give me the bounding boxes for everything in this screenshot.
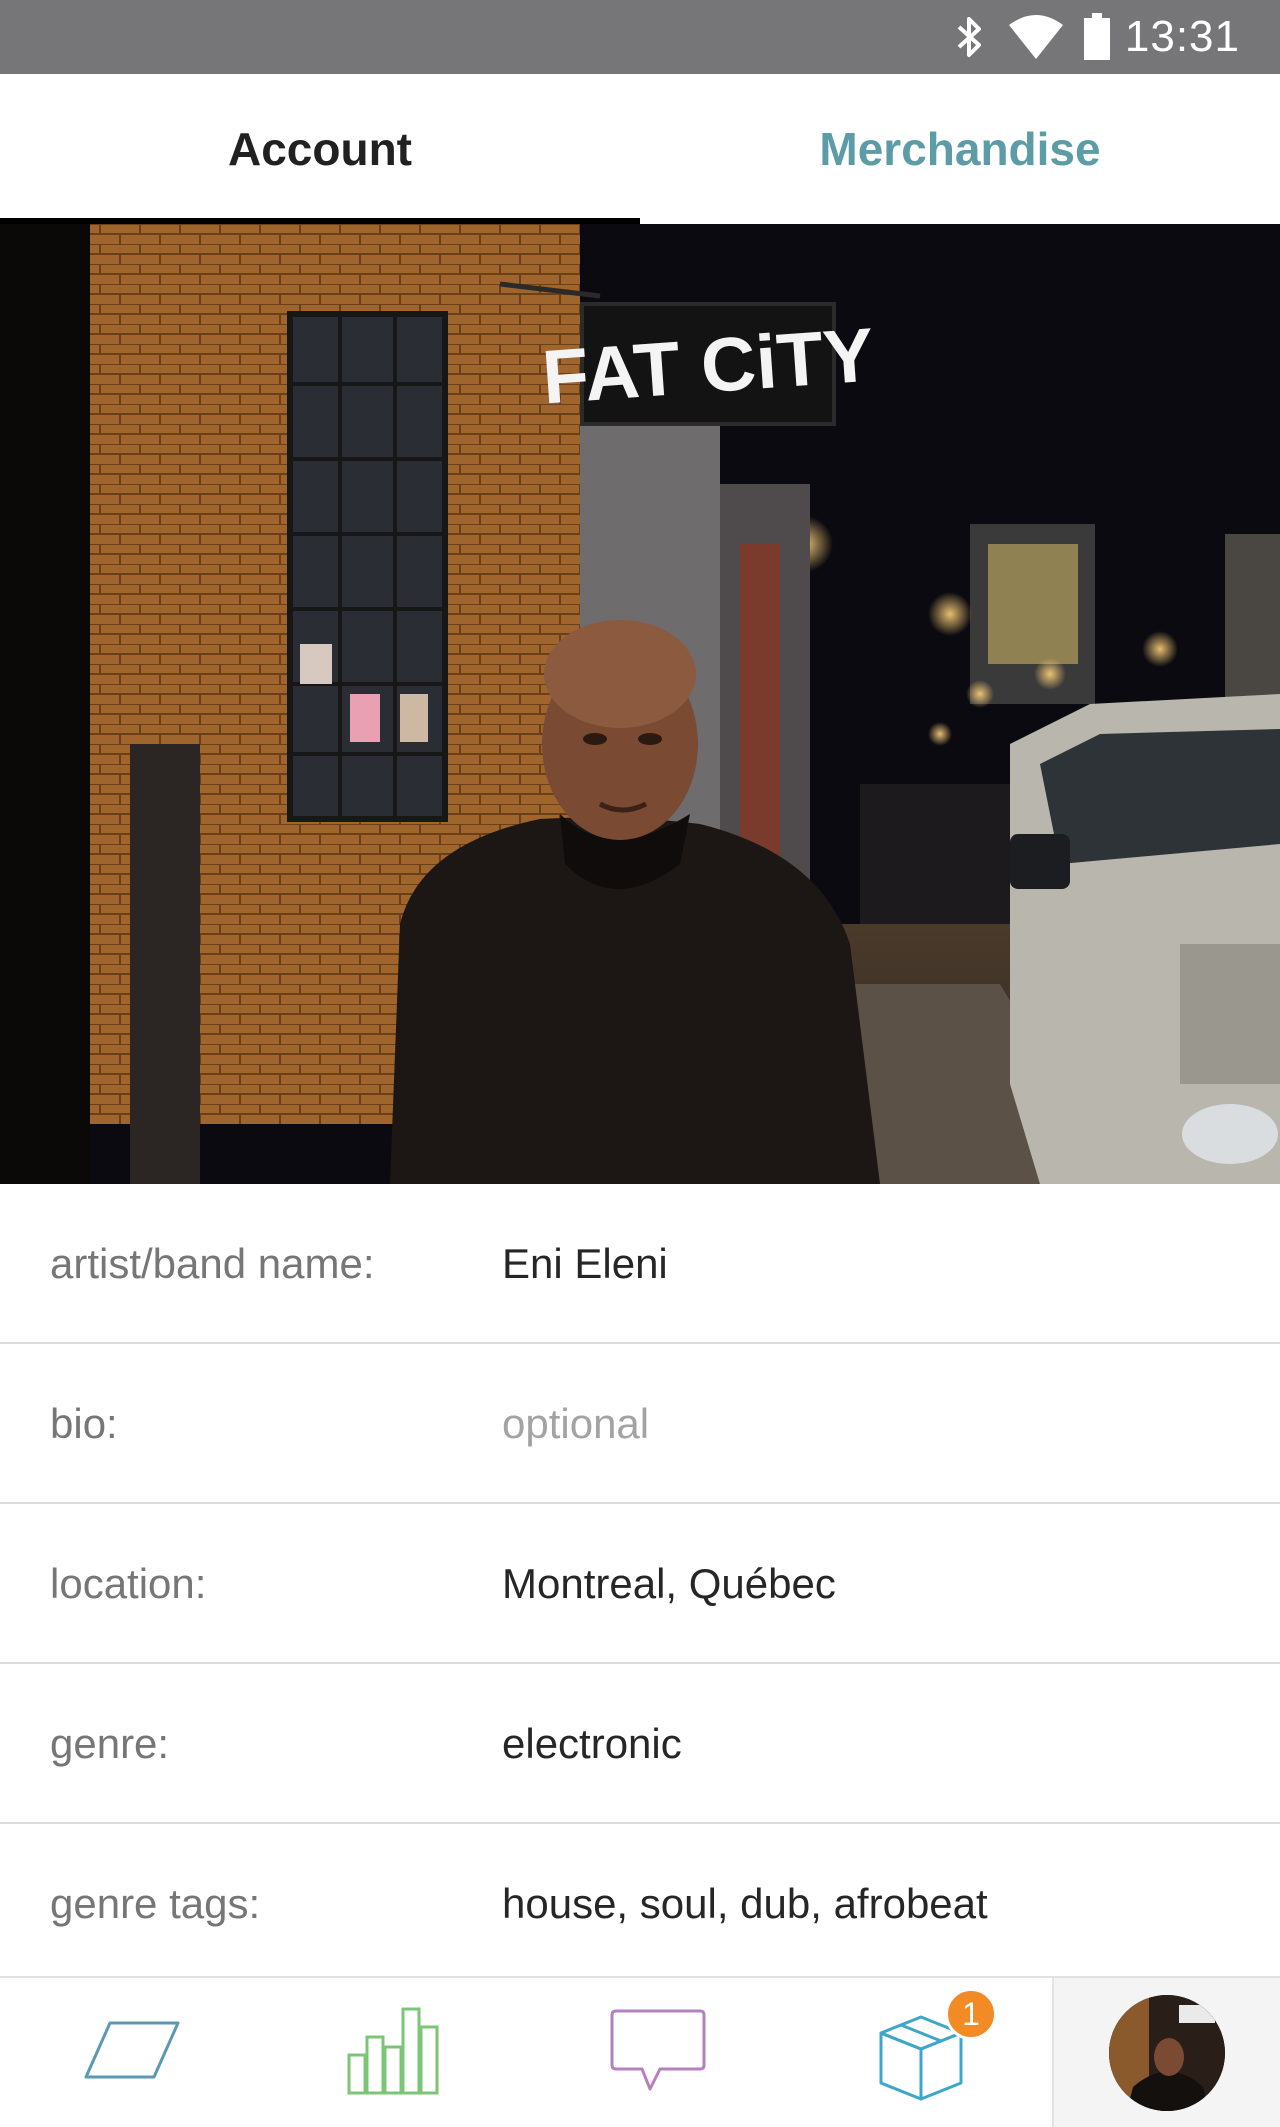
tab-account[interactable]: Account [0, 74, 640, 224]
bio-field[interactable]: optional [502, 1344, 649, 1504]
status-icons: 13:31 [949, 0, 1280, 74]
profile-photo[interactable]: FAT CiTY [0, 224, 1280, 1184]
bar-chart-icon [345, 2005, 445, 2100]
bottom-navigation: 1 [0, 1976, 1280, 2127]
nav-messages[interactable] [526, 1978, 789, 2127]
artist-name-field[interactable]: Eni Eleni [502, 1184, 668, 1344]
tab-bar: Account Merchandise [0, 74, 1280, 224]
battery-icon [1083, 13, 1111, 61]
artist-name-label: artist/band name: [50, 1240, 375, 1287]
status-time: 13:31 [1124, 12, 1240, 61]
genre-tags-row[interactable]: genre tags: house, soul, dub, afrobeat [0, 1824, 1280, 1984]
nav-stats[interactable] [263, 1978, 526, 2127]
location-label: location: [50, 1560, 207, 1607]
orders-badge: 1 [945, 1988, 997, 2040]
genre-row[interactable]: genre: electronic [0, 1664, 1280, 1824]
parallelogram-icon [82, 2020, 182, 2085]
bio-row[interactable]: bio: optional [0, 1344, 1280, 1504]
account-form: artist/band name: Eni Eleni bio: optiona… [0, 1184, 1280, 1984]
location-field[interactable]: Montreal, Québec [502, 1504, 836, 1664]
avatar-icon [1109, 1994, 1225, 2111]
genre-tags-label: genre tags: [50, 1880, 261, 1927]
nav-profile[interactable] [1052, 1978, 1280, 2127]
tab-merchandise[interactable]: Merchandise [640, 74, 1280, 224]
nav-orders[interactable]: 1 [789, 1978, 1052, 2127]
chat-bubble-icon [608, 2005, 708, 2100]
nav-feed[interactable] [0, 1978, 263, 2127]
genre-tags-field[interactable]: house, soul, dub, afrobeat [502, 1824, 988, 1984]
genre-field[interactable]: electronic [502, 1664, 682, 1824]
artist-name-row[interactable]: artist/band name: Eni Eleni [0, 1184, 1280, 1344]
bio-label: bio: [50, 1400, 118, 1447]
genre-label: genre: [50, 1720, 170, 1767]
location-row[interactable]: location: Montreal, Québec [0, 1504, 1280, 1664]
bluetooth-icon [949, 13, 989, 61]
status-bar: 13:31 [0, 0, 1280, 74]
wifi-icon [1007, 15, 1065, 59]
